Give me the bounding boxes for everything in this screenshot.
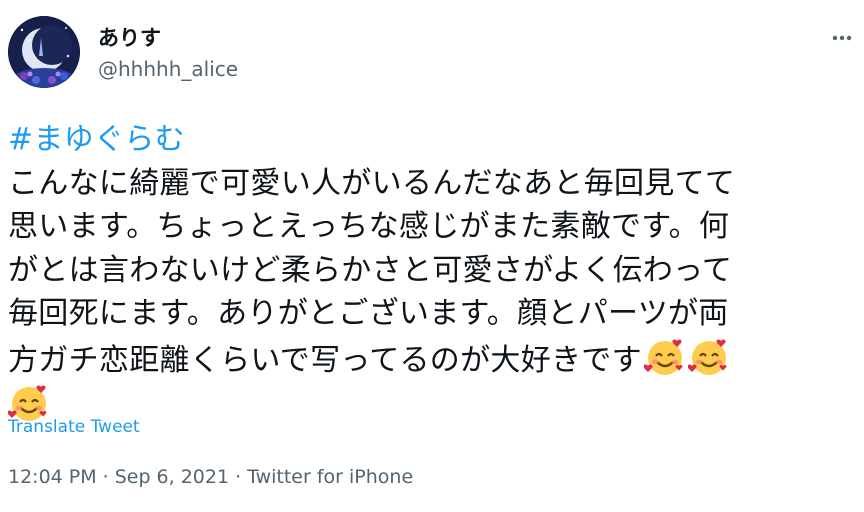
tweet-line: こんなに綺麗で可愛い人がいるんだなあと毎回見てて — [8, 165, 736, 201]
moon-avatar-icon — [8, 16, 80, 88]
tweet-meta: 12:04 PM · Sep 6, 2021 · Twitter for iPhone — [8, 466, 413, 488]
meta-separator: · — [102, 466, 109, 488]
tweet-line: 思います。ちょっとえっちな感じがまた素敵です。何 — [8, 209, 730, 244]
tweet-date[interactable]: Sep 6, 2021 — [115, 466, 229, 488]
smiling-face-with-hearts-emoji — [643, 336, 686, 378]
translate-tweet-link[interactable]: Translate Tweet — [8, 417, 140, 437]
tweet: ありす @hhhhh_alice #まゆぐらむ こんなに綺麗で可愛い人がいるんだ… — [0, 0, 864, 512]
author-name[interactable]: ありす — [98, 22, 161, 52]
tweet-text: #まゆぐらむ こんなに綺麗で可愛い人がいるんだなあと毎回見てて 思います。ちょっ… — [7, 118, 848, 429]
tweet-line: 毎回死にます。ありがとございます。顔とパーツが両 — [8, 296, 729, 331]
avatar[interactable] — [8, 16, 80, 88]
hashtag-link[interactable]: #まゆぐらむ — [8, 122, 185, 157]
more-options-icon[interactable] — [826, 24, 858, 52]
meta-separator: · — [235, 466, 242, 488]
tweet-source[interactable]: Twitter for iPhone — [247, 466, 413, 488]
tweet-line: 方ガチ恋距離くらいで写ってるのが大好きです — [8, 342, 642, 378]
author-handle[interactable]: @hhhhh_alice — [98, 57, 238, 81]
smiling-face-with-hearts-emoji — [687, 336, 730, 378]
tweet-line: がとは言わないけど柔らかさと可愛さがよく伝わって — [8, 252, 733, 288]
tweet-time[interactable]: 12:04 PM — [8, 466, 97, 488]
